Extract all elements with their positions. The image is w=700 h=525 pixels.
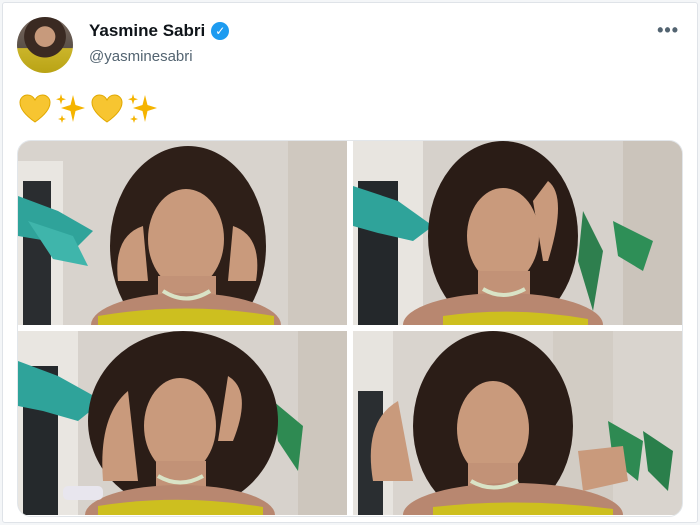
- yellow-heart-icon: [91, 94, 123, 123]
- photo-2[interactable]: [353, 141, 682, 325]
- photo-1-image: [18, 141, 347, 325]
- display-name[interactable]: Yasmine Sabri: [89, 21, 205, 41]
- photo-2-image: [353, 141, 682, 325]
- photo-4-image: [353, 331, 682, 515]
- yellow-heart-icon: [19, 94, 51, 123]
- photo-4[interactable]: [353, 331, 682, 515]
- sparkles-icon: [128, 94, 157, 123]
- tweet-text: [17, 91, 161, 127]
- photo-1[interactable]: [18, 141, 347, 325]
- user-handle[interactable]: @yasminesabri: [89, 48, 193, 65]
- photo-3[interactable]: [18, 331, 347, 515]
- sparkles-icon: [56, 94, 85, 123]
- tweet-card: Yasmine Sabri ✓ @yasminesabri •••: [2, 2, 698, 523]
- media-grid: [17, 140, 683, 517]
- more-options-icon[interactable]: •••: [657, 21, 679, 39]
- user-name-row: Yasmine Sabri ✓: [89, 21, 230, 41]
- photo-3-image: [18, 331, 347, 515]
- avatar[interactable]: [17, 17, 73, 73]
- verified-badge-icon: ✓: [211, 22, 230, 40]
